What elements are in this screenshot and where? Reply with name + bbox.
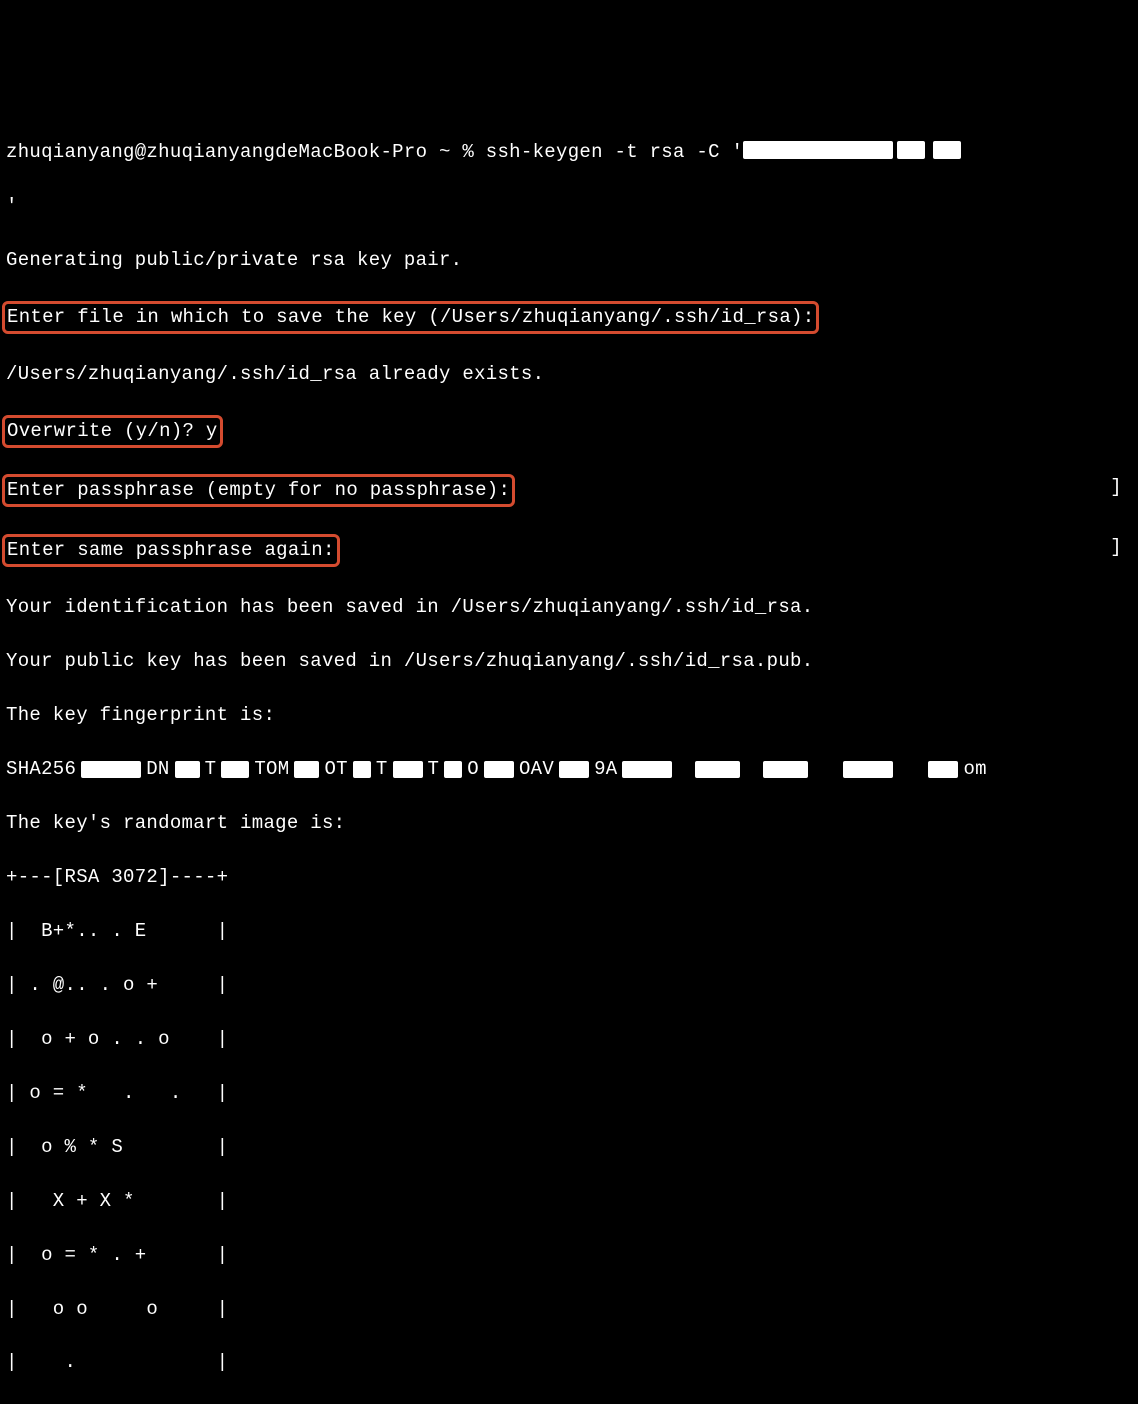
pub-saved-line: Your public key has been saved in /Users… (6, 648, 1132, 675)
randomart-row: | o o o | (6, 1296, 1132, 1323)
redacted-segment (897, 141, 925, 159)
highlight-overwrite: Overwrite (y/n)? y (2, 415, 223, 448)
redacted-sha (353, 761, 371, 778)
passphrase-line: Enter passphrase (empty for no passphras… (6, 474, 1132, 507)
overwrite-line: Overwrite (y/n)? y (6, 415, 1132, 448)
randomart-row: | o + o . . o | (6, 1026, 1132, 1053)
enter-file-line: Enter file in which to save the key (/Us… (6, 301, 1132, 334)
randomart-row: | X + X * | (6, 1188, 1132, 1215)
redacted-sha (444, 761, 462, 778)
redacted-sha (393, 761, 423, 778)
randomart-bottom: +----[SHA256]-----+ (6, 1403, 1132, 1404)
already-exists-line: /Users/zhuqianyang/.ssh/id_rsa already e… (6, 361, 1132, 388)
highlight-passphrase: Enter passphrase (empty for no passphras… (2, 474, 515, 507)
redacted-sha (695, 761, 740, 778)
redacted-sha (81, 761, 141, 778)
generating-line: Generating public/private rsa key pair. (6, 247, 1132, 274)
randomart-top: +---[RSA 3072]----+ (6, 864, 1132, 891)
randomart-row: | o = * . + | (6, 1242, 1132, 1269)
prompt-command-line: zhuqianyang@zhuqianyangdeMacBook-Pro ~ %… (6, 139, 1132, 166)
redacted-segment (933, 141, 961, 159)
bracket-icon: ] (1110, 474, 1122, 501)
randomart-row: | . | (6, 1349, 1132, 1376)
randomart-row: | . @.. . o + | (6, 972, 1132, 999)
id-saved-line: Your identification has been saved in /U… (6, 594, 1132, 621)
highlight-passphrase-again: Enter same passphrase again: (2, 534, 340, 567)
redacted-sha (763, 761, 808, 778)
bracket-icon: ] (1110, 534, 1122, 561)
redacted-sha (843, 761, 893, 778)
redacted-sha (221, 761, 249, 778)
redacted-sha (559, 761, 589, 778)
randomart-row: | B+*.. . E | (6, 918, 1132, 945)
redacted-sha (928, 761, 958, 778)
highlight-enter-file: Enter file in which to save the key (/Us… (2, 301, 819, 334)
sha-line: SHA256DNTTOMOTTTOOAV9Aom (6, 756, 1132, 783)
fingerprint-label-line: The key fingerprint is: (6, 702, 1132, 729)
randomart-row: | o % * S | (6, 1134, 1132, 1161)
prompt-text: zhuqianyang@zhuqianyangdeMacBook-Pro ~ %… (6, 141, 743, 163)
redacted-email (743, 141, 893, 159)
randomart-label-line: The key's randomart image is: (6, 810, 1132, 837)
redacted-sha (484, 761, 514, 778)
passphrase-again-line: Enter same passphrase again:] (6, 534, 1132, 567)
redacted-sha (622, 761, 672, 778)
sha-prefix: SHA256 (6, 756, 76, 783)
randomart-row: | o = * . . | (6, 1080, 1132, 1107)
quote-continuation: ' (6, 193, 1132, 220)
terminal-window[interactable]: zhuqianyang@zhuqianyangdeMacBook-Pro ~ %… (6, 112, 1132, 1404)
redacted-sha (175, 761, 200, 778)
redacted-sha (294, 761, 319, 778)
